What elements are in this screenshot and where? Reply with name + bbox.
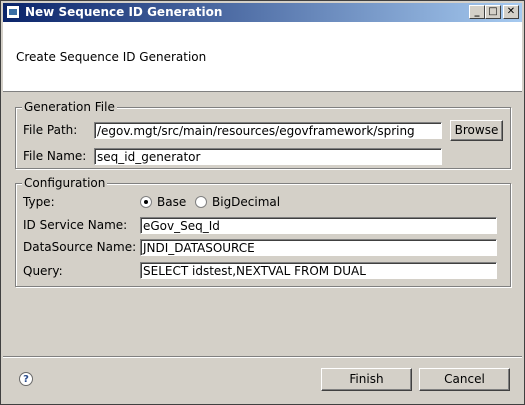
browse-button[interactable]: Browse [450,120,503,141]
maximize-button[interactable]: □ [485,5,501,19]
type-bigdecimal-label[interactable]: BigDecimal [212,195,280,209]
dialog-window: New Sequence ID Generation _ □ ✕ Create … [0,0,525,405]
header-message: Create Sequence ID Generation [16,50,207,64]
title-bar[interactable]: New Sequence ID Generation _ □ ✕ [3,3,522,22]
close-button[interactable]: ✕ [503,5,519,19]
datasource-name-label: DataSource Name: [23,240,137,254]
query-label: Query: [23,264,63,278]
file-path-label: File Path: [23,123,78,137]
type-bigdecimal-radio[interactable] [195,196,207,208]
id-service-name-label: ID Service Name: [23,218,128,232]
window-title: New Sequence ID Generation [25,5,223,19]
finish-button-label: Finish [349,372,384,386]
type-base-label[interactable]: Base [157,195,186,209]
datasource-name-input[interactable]: JNDI_DATASOURCE [140,239,497,256]
file-name-label: File Name: [23,149,87,163]
cancel-button[interactable]: Cancel [419,368,510,391]
wizard-header: Create Sequence ID Generation [3,22,522,92]
file-path-input[interactable]: /egov.mgt/src/main/resources/egovframewo… [94,122,442,139]
query-input[interactable]: SELECT idstest,NEXTVAL FROM DUAL [140,262,497,279]
minimize-button[interactable]: _ [469,5,485,19]
configuration-group-label: Configuration [22,176,108,190]
file-name-input[interactable]: seq_id_generator [94,148,442,165]
id-service-name-input[interactable]: eGov_Seq_Id [140,217,497,234]
type-label: Type: [23,195,55,209]
app-icon [6,5,20,19]
type-base-radio[interactable] [140,196,152,208]
finish-button[interactable]: Finish [321,368,412,391]
footer-separator [3,356,522,358]
help-icon[interactable]: ? [19,372,33,386]
generation-file-group-label: Generation File [22,100,117,114]
cancel-button-label: Cancel [444,372,485,386]
